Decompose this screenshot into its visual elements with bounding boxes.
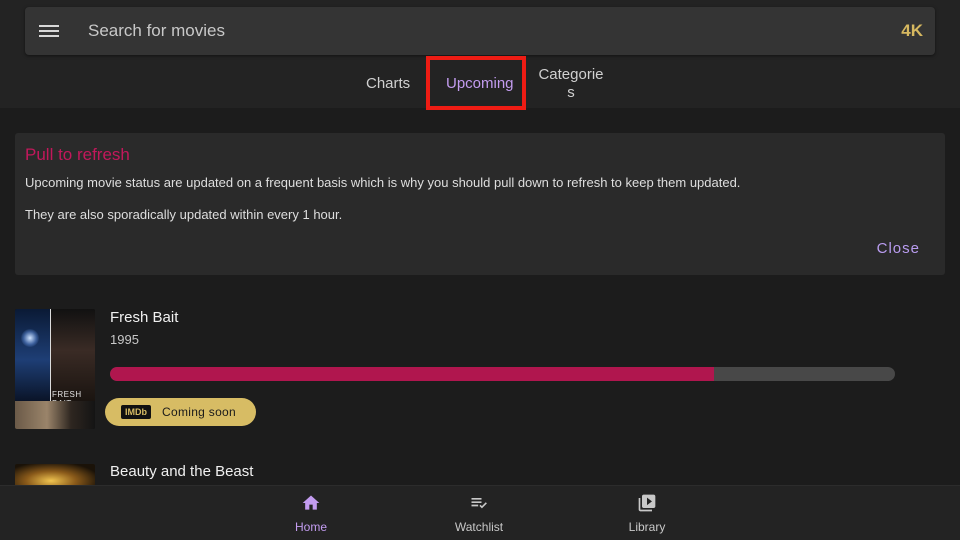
card-text: They are also sporadically updated withi… [25,207,343,222]
bottom-navigation: Home Watchlist Library [0,485,960,540]
release-progress-bar [110,367,895,381]
tab-bar: Charts Upcoming Categories [0,58,960,108]
imdb-logo-icon: IMDb [121,405,151,419]
tab-upcoming[interactable]: Upcoming [446,75,514,92]
nav-label: Library [628,520,666,534]
video-library-icon [638,494,656,512]
movie-title: Fresh Bait [110,309,179,326]
nav-library[interactable]: Library [597,486,697,540]
search-input[interactable]: Search for movies [88,21,225,41]
card-text: Upcoming movie status are updated on a f… [25,175,741,190]
movie-year: 1995 [110,332,139,347]
nav-label: Watchlist [454,520,504,534]
movie-title: Beauty and the Beast [110,463,254,480]
active-tab-indicator [434,106,524,108]
nav-home[interactable]: Home [261,486,361,540]
progress-fill [110,367,715,381]
status-badge[interactable]: IMDb Coming soon [105,398,256,426]
pull-to-refresh-card: Pull to refresh Upcoming movie status ar… [15,133,945,275]
card-title: Pull to refresh [25,145,130,164]
status-label: Coming soon [162,405,237,419]
movie-poster[interactable] [15,464,95,485]
movie-poster[interactable]: FRESH BAIT [15,309,95,429]
app-window: Search for movies 4K Charts Upcoming Cat… [0,0,960,540]
close-button[interactable]: Close [877,240,920,257]
hamburger-menu-icon[interactable] [39,22,59,40]
nav-watchlist[interactable]: Watchlist [429,486,529,540]
movie-list-item[interactable]: FRESH BAIT Fresh Bait 1995 IMDb Coming s… [0,309,960,431]
playlist-check-icon [471,498,487,509]
top-bar: Search for movies 4K Charts Upcoming Cat… [0,0,960,108]
tab-charts[interactable]: Charts [366,75,410,92]
search-bar[interactable]: Search for movies 4K [25,7,935,55]
tab-categories[interactable]: Categories [538,66,604,102]
movie-list-item[interactable]: Beauty and the Beast [0,463,960,485]
4k-toggle[interactable]: 4K [901,21,923,41]
home-icon [302,495,320,510]
nav-label: Home [294,520,327,534]
